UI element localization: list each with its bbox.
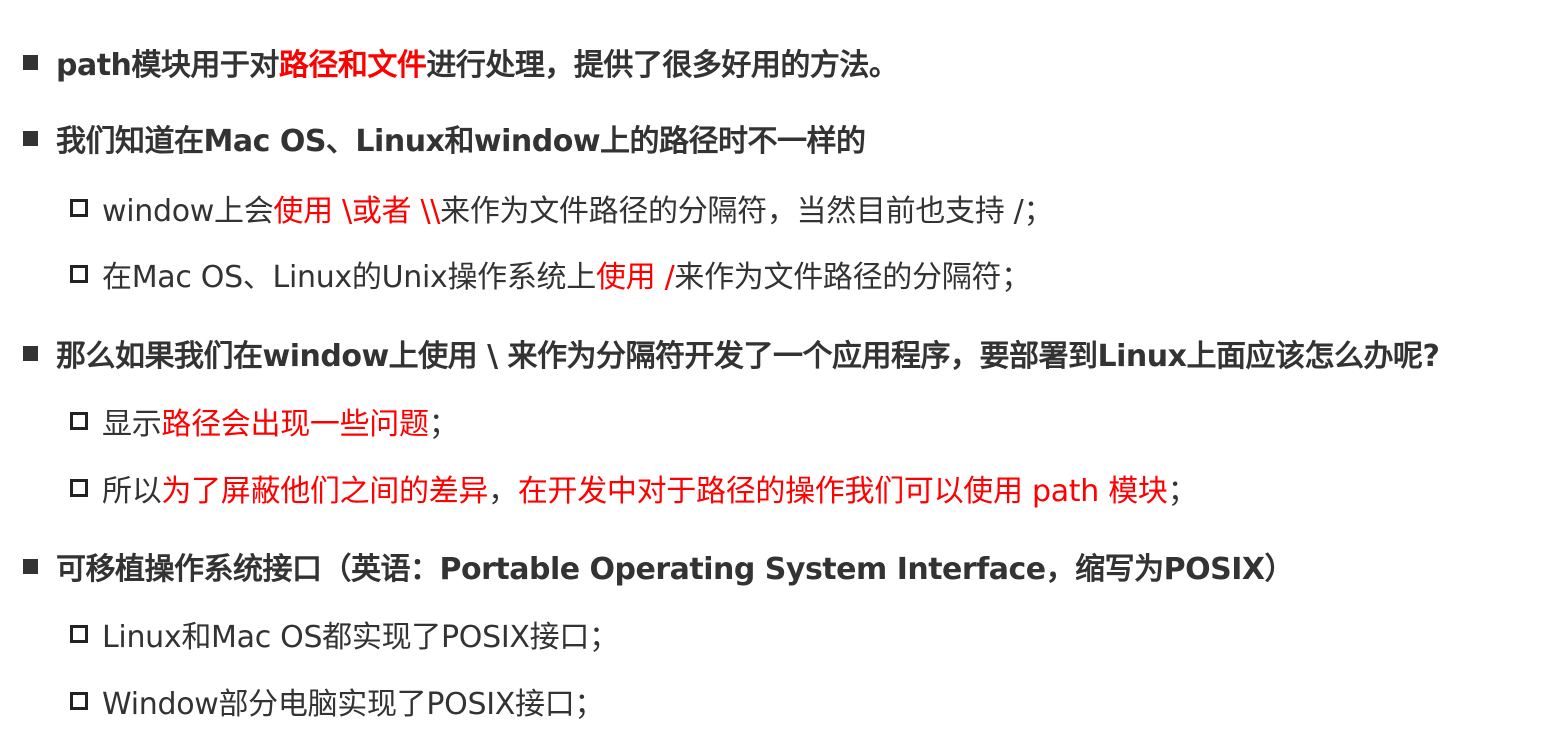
bullet-item-2: 我们知道在Mac OS、Linux和window上的路径时不一样的 [23, 116, 866, 160]
hollow-square-bullet-icon [70, 692, 88, 710]
sub-bullet-item-4: 所以 为了屏蔽他们之间的差异，在开发中对于路径的操作我们可以使用 path 模块； [70, 466, 1198, 510]
text-segment: 来作为文件路径的分隔符，当然目前也支持 /； [440, 194, 1054, 229]
sub-bullet-item-2: 在Mac OS、Linux的Unix操作系统上 使用 / 来作为文件路径的分隔符； [70, 252, 1031, 296]
square-bullet-icon [23, 558, 38, 574]
text-segment: path模块用于对 [56, 48, 279, 83]
text-segment: 显示 [102, 407, 162, 442]
square-bullet-icon [23, 54, 38, 70]
sub-bullet-item-6: Window部分电脑实现了POSIX接口； [70, 679, 604, 723]
highlight-segment: 使用 \或者 \\ [273, 194, 441, 229]
text-segment: 所以 [102, 474, 162, 509]
sub-bullet-item-1: window上会 使用 \或者 \\ 来作为文件路径的分隔符，当然目前也支持 /； [70, 186, 1053, 230]
sub-bullet-item-3: 显示 路径会出现一些问题； [70, 399, 459, 443]
text-segment: 来作为文件路径的分隔符； [674, 260, 1031, 295]
hollow-square-bullet-icon [70, 479, 88, 497]
highlight-segment: 路径和文件 [278, 48, 427, 83]
bullet-item-3: 那么如果我们在window上使用 \ 来作为分隔符开发了一个应用程序，要部署到L… [23, 331, 1440, 375]
text-segment: 可移植操作系统接口（英语：Portable Operating System I… [56, 552, 1295, 587]
hollow-square-bullet-icon [70, 199, 88, 217]
text-segment: ； [428, 407, 459, 442]
text-segment: 进行处理，提供了很多好用的方法。 [426, 48, 899, 83]
square-bullet-icon [23, 130, 38, 146]
hollow-square-bullet-icon [70, 625, 88, 643]
hollow-square-bullet-icon [70, 412, 88, 430]
text-segment: 那么如果我们在window上使用 \ 来作为分隔符开发了一个应用程序，要部署到L… [56, 339, 1440, 374]
hollow-square-bullet-icon [70, 265, 88, 283]
text-segment: Linux和Mac OS都实现了POSIX接口； [102, 620, 619, 655]
text-segment: window上会 [102, 194, 274, 229]
text-segment: ， [488, 474, 518, 509]
text-segment: ； [1167, 474, 1198, 509]
highlight-segment: 在开发中对于路径的操作我们可以使用 path 模块 [517, 474, 1168, 509]
bullet-item-1: path模块用于对 路径和文件 进行处理，提供了很多好用的方法。 [23, 40, 899, 84]
highlight-segment: 为了屏蔽他们之间的差异 [161, 474, 489, 509]
highlight-segment: 使用 / [595, 260, 675, 295]
sub-bullet-item-5: Linux和Mac OS都实现了POSIX接口； [70, 612, 619, 656]
bullet-item-4: 可移植操作系统接口（英语：Portable Operating System I… [23, 544, 1295, 588]
text-segment: 我们知道在Mac OS、Linux和window上的路径时不一样的 [56, 124, 866, 159]
square-bullet-icon [23, 345, 38, 361]
text-segment: Window部分电脑实现了POSIX接口； [102, 687, 605, 722]
text-segment: 在Mac OS、Linux的Unix操作系统上 [102, 260, 596, 295]
highlight-segment: 路径会出现一些问题 [161, 407, 429, 442]
